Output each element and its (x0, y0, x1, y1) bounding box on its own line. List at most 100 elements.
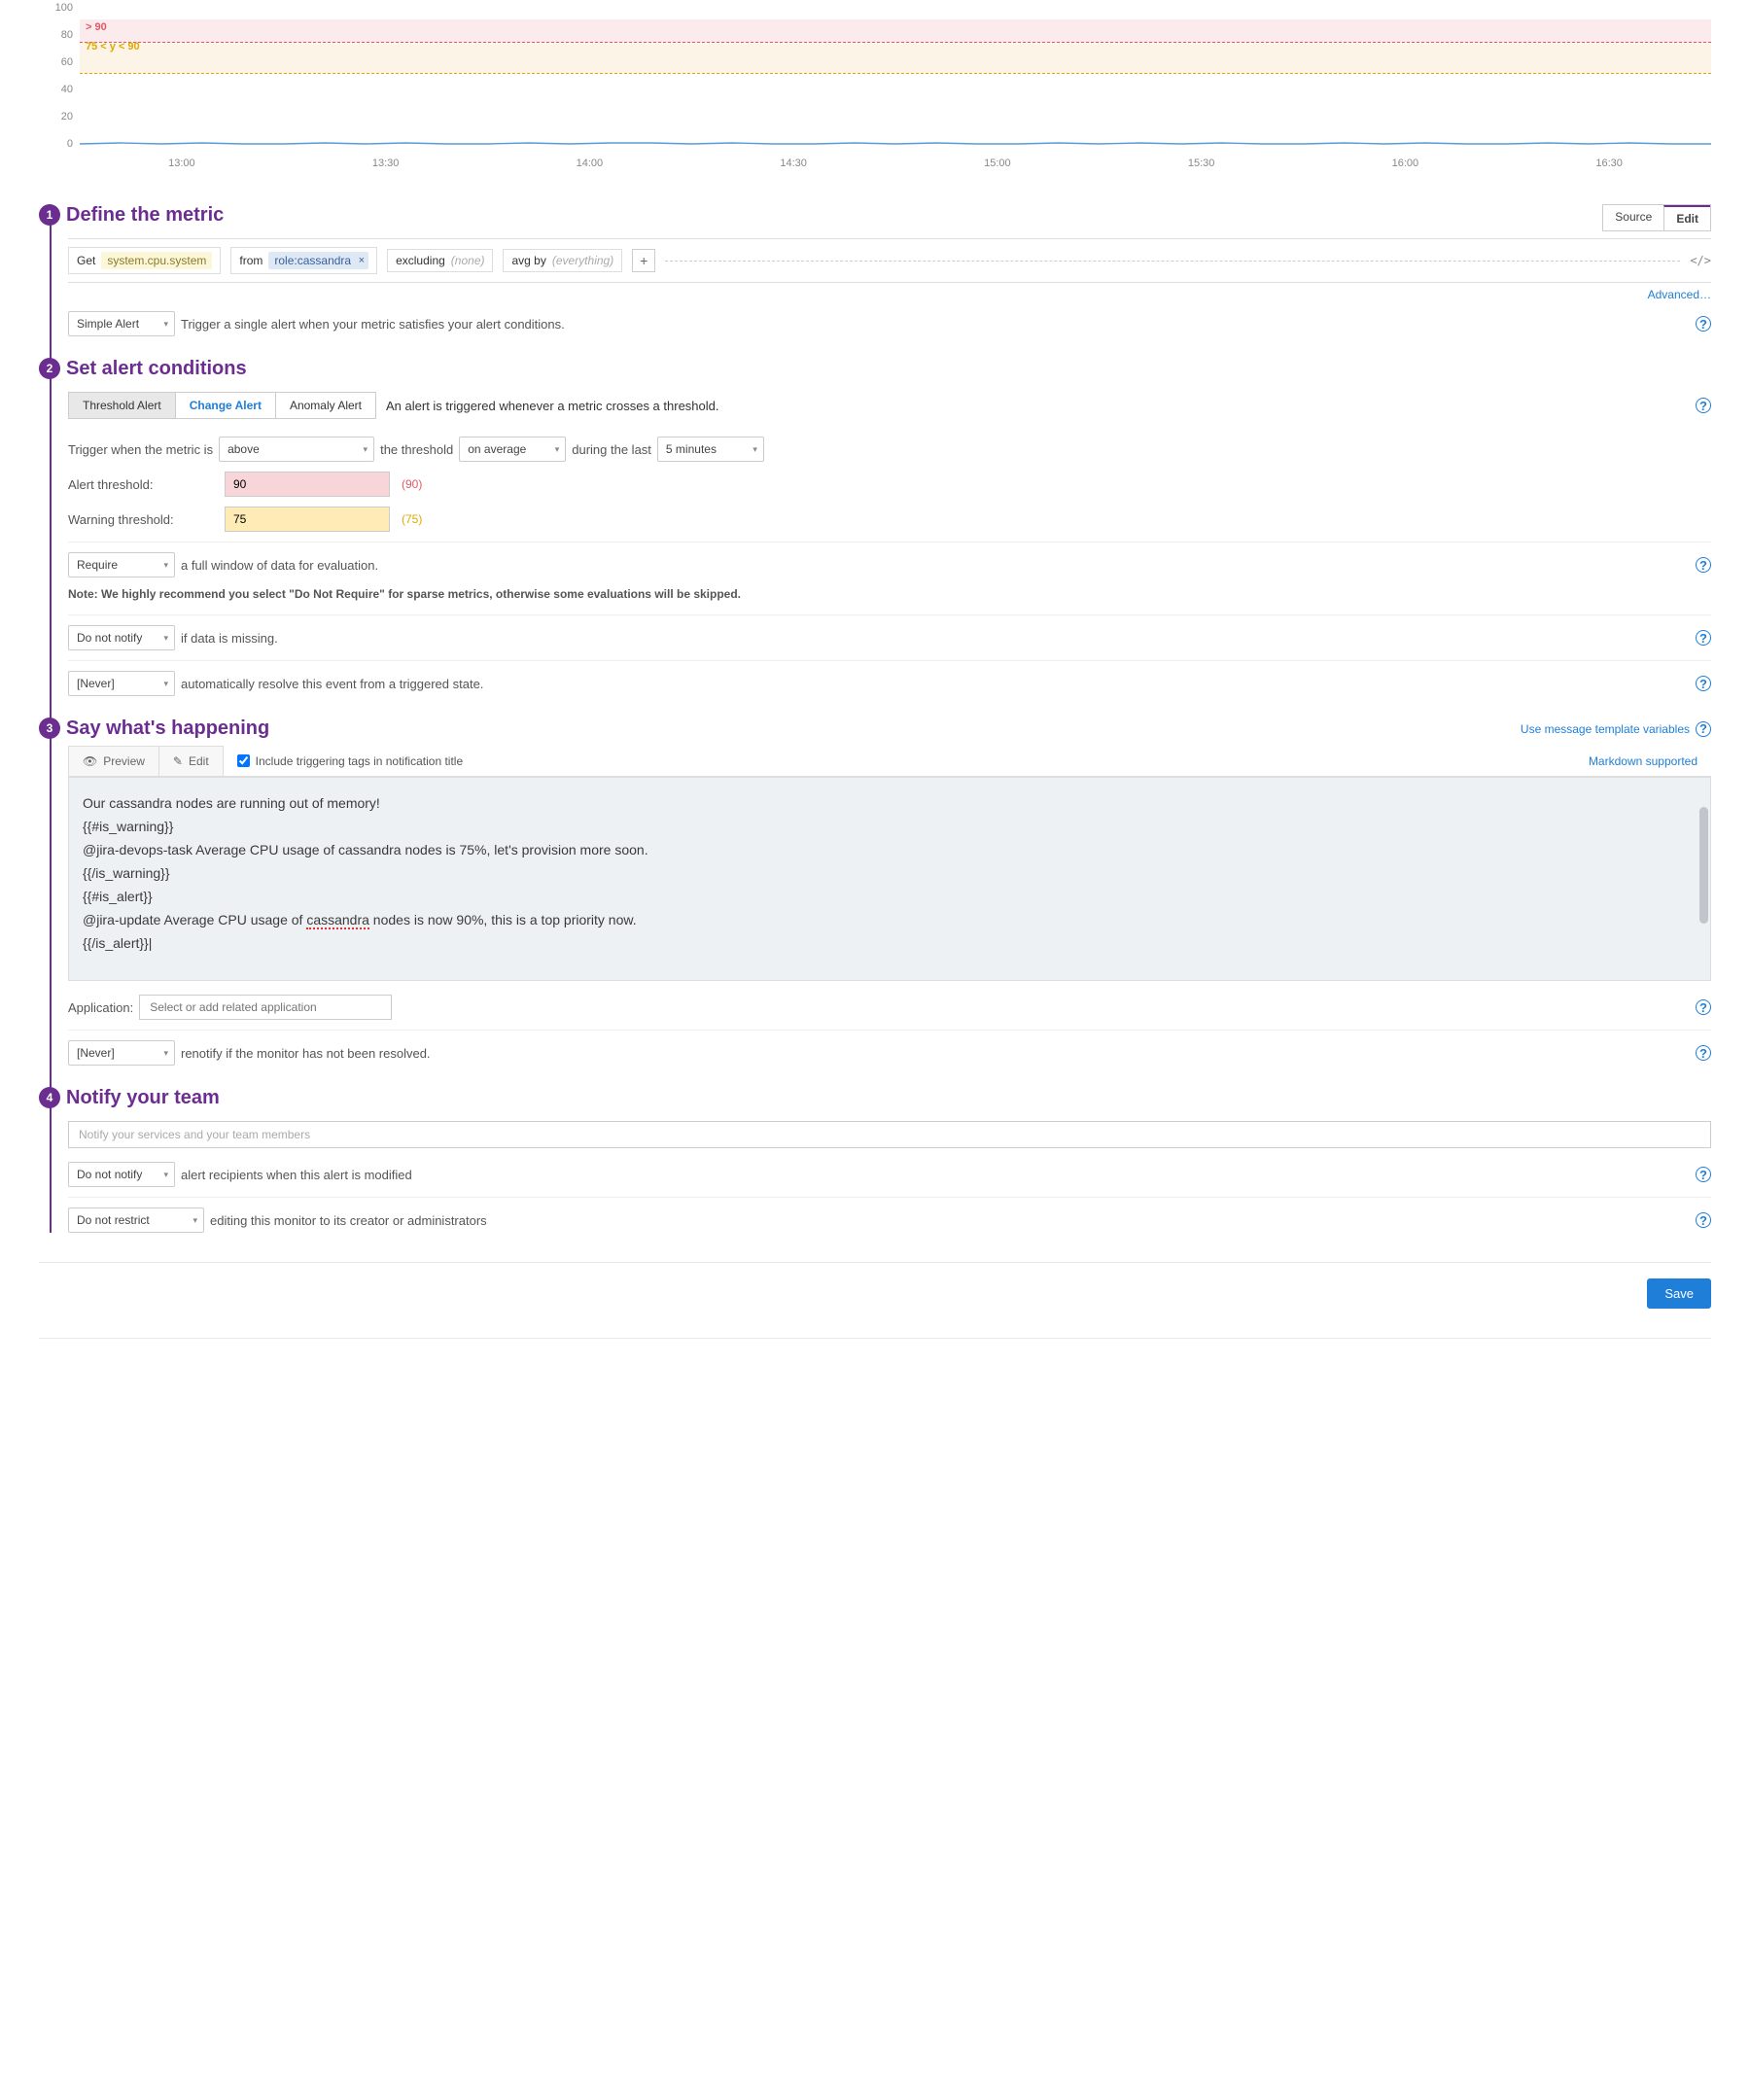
metric-query-row: Get system.cpu.system from role:cassandr… (68, 238, 1711, 283)
step3-title: Say what's happening (66, 718, 269, 740)
scrollbar-thumb[interactable] (1699, 807, 1708, 924)
help-icon[interactable]: ? (1696, 999, 1711, 1015)
warning-threshold-label: Warning threshold: (68, 512, 219, 527)
x-tick: 15:30 (1100, 158, 1304, 171)
metric-chart: 0 20 40 60 80 100 > 90 75 < y < 90 13:00… (39, 19, 1711, 185)
help-icon[interactable]: ? (1696, 721, 1711, 737)
x-tick: 16:30 (1507, 158, 1711, 171)
include-tags-label: Include triggering tags in notification … (256, 754, 463, 768)
x-tick: 14:30 (691, 158, 895, 171)
notify-team-input[interactable] (68, 1121, 1711, 1148)
excluding-value: (none) (451, 254, 485, 267)
help-icon[interactable]: ? (1696, 630, 1711, 646)
threshold-alert-tab[interactable]: Threshold Alert (69, 393, 176, 418)
step2-title: Set alert conditions (66, 358, 1711, 380)
chart-line-series (80, 19, 1711, 156)
step-number-4: 4 (39, 1087, 60, 1108)
anomaly-alert-tab[interactable]: Anomaly Alert (276, 393, 375, 418)
help-icon[interactable]: ? (1696, 1045, 1711, 1061)
edit-tab[interactable]: ✎ Edit (159, 746, 224, 776)
scope-chip[interactable]: role:cassandra × (268, 252, 368, 269)
template-vars-link[interactable]: Use message template variables (1521, 722, 1690, 736)
msg-line: {{#is_alert}} (83, 889, 1697, 904)
avgby-label: avg by (511, 254, 545, 267)
x-tick: 14:00 (488, 158, 692, 171)
notify-on-modify-select[interactable]: Do not notify (68, 1162, 175, 1187)
msg-line: {{/is_warning}} (83, 865, 1697, 881)
x-tick: 15:00 (895, 158, 1100, 171)
code-icon[interactable]: </> (1690, 254, 1711, 267)
y-tick: 100 (55, 2, 73, 14)
alert-mode-select[interactable]: Simple Alert (68, 311, 175, 336)
save-button[interactable]: Save (1647, 1278, 1711, 1309)
query-excluding-segment[interactable]: excluding (none) (387, 249, 493, 272)
message-editor[interactable]: Our cassandra nodes are running out of m… (68, 777, 1711, 981)
change-alert-tab[interactable]: Change Alert (176, 393, 276, 418)
alert-type-tabs: Threshold Alert Change Alert Anomaly Ale… (68, 392, 376, 419)
include-tags-checkbox[interactable]: Include triggering tags in notification … (224, 747, 476, 776)
application-select[interactable] (139, 995, 392, 1020)
excluding-label: excluding (396, 254, 445, 267)
require-note: Note: We highly recommend you select "Do… (68, 587, 1711, 601)
help-icon[interactable]: ? (1696, 1167, 1711, 1182)
y-tick: 60 (61, 56, 73, 68)
help-icon[interactable]: ? (1696, 316, 1711, 332)
step-number-2: 2 (39, 358, 60, 379)
x-tick: 13:00 (80, 158, 284, 171)
help-icon[interactable]: ? (1696, 1212, 1711, 1228)
alert-threshold-label: Alert threshold: (68, 477, 219, 492)
msg-line: @jira-update Average CPU usage of cassan… (83, 912, 1697, 928)
y-tick: 40 (61, 84, 73, 95)
query-avgby-segment[interactable]: avg by (everything) (503, 249, 622, 272)
include-tags-checkbox-input[interactable] (237, 754, 250, 767)
alert-threshold-input[interactable] (225, 472, 390, 497)
edit-tab[interactable]: Edit (1663, 205, 1710, 230)
notify-on-modify-desc: alert recipients when this alert is modi… (181, 1168, 412, 1182)
advanced-link[interactable]: Advanced… (1648, 288, 1711, 301)
source-tab[interactable]: Source (1603, 205, 1663, 230)
restrict-edit-select[interactable]: Do not restrict (68, 1208, 204, 1233)
window-select[interactable]: 5 minutes (657, 437, 764, 462)
x-tick: 13:30 (284, 158, 488, 171)
restrict-edit-desc: editing this monitor to its creator or a… (210, 1213, 487, 1228)
msg-line: @jira-devops-task Average CPU usage of c… (83, 842, 1697, 858)
aggregate-select[interactable]: on average (459, 437, 566, 462)
remove-scope-icon[interactable]: × (359, 255, 365, 266)
step-number-3: 3 (39, 718, 60, 739)
eye-icon: 👁 (83, 754, 97, 768)
msg-line: {{/is_alert}}| (83, 935, 1697, 951)
help-icon[interactable]: ? (1696, 398, 1711, 413)
require-window-select[interactable]: Require (68, 552, 175, 578)
y-tick: 20 (61, 111, 73, 122)
y-tick: 0 (67, 138, 73, 150)
query-dashed-line (665, 261, 1680, 262)
metric-chip[interactable]: system.cpu.system (101, 252, 212, 269)
from-label: from (239, 254, 262, 267)
nodata-desc: if data is missing. (181, 631, 278, 646)
divider (39, 1262, 1711, 1263)
condition-select[interactable]: above (219, 437, 374, 462)
preview-tab[interactable]: 👁 Preview (68, 746, 159, 776)
step-alert-conditions: 2 Set alert conditions Threshold Alert C… (66, 358, 1711, 696)
markdown-supported-link[interactable]: Markdown supported (1575, 747, 1711, 776)
help-icon[interactable]: ? (1696, 557, 1711, 573)
chart-y-axis: 0 20 40 60 80 100 (39, 19, 78, 156)
help-icon[interactable]: ? (1696, 676, 1711, 691)
renotify-desc: renotify if the monitor has not been res… (181, 1046, 431, 1061)
warning-threshold-input[interactable] (225, 507, 390, 532)
alert-type-desc: An alert is triggered whenever a metric … (386, 399, 719, 413)
application-label: Application: (68, 1000, 133, 1015)
renotify-select[interactable]: [Never] (68, 1040, 175, 1066)
warning-threshold-paren: (75) (402, 512, 422, 526)
pencil-icon: ✎ (173, 754, 183, 768)
autoresolve-select[interactable]: [Never] (68, 671, 175, 696)
add-query-button[interactable]: + (632, 249, 655, 272)
get-label: Get (77, 254, 95, 267)
preview-label: Preview (103, 754, 145, 768)
query-from-segment[interactable]: from role:cassandra × (230, 247, 377, 274)
scope-chip-label: role:cassandra (274, 254, 351, 267)
require-desc: a full window of data for evaluation. (181, 558, 378, 573)
step4-title: Notify your team (66, 1087, 1711, 1109)
nodata-select[interactable]: Do not notify (68, 625, 175, 650)
query-get-segment[interactable]: Get system.cpu.system (68, 247, 221, 274)
